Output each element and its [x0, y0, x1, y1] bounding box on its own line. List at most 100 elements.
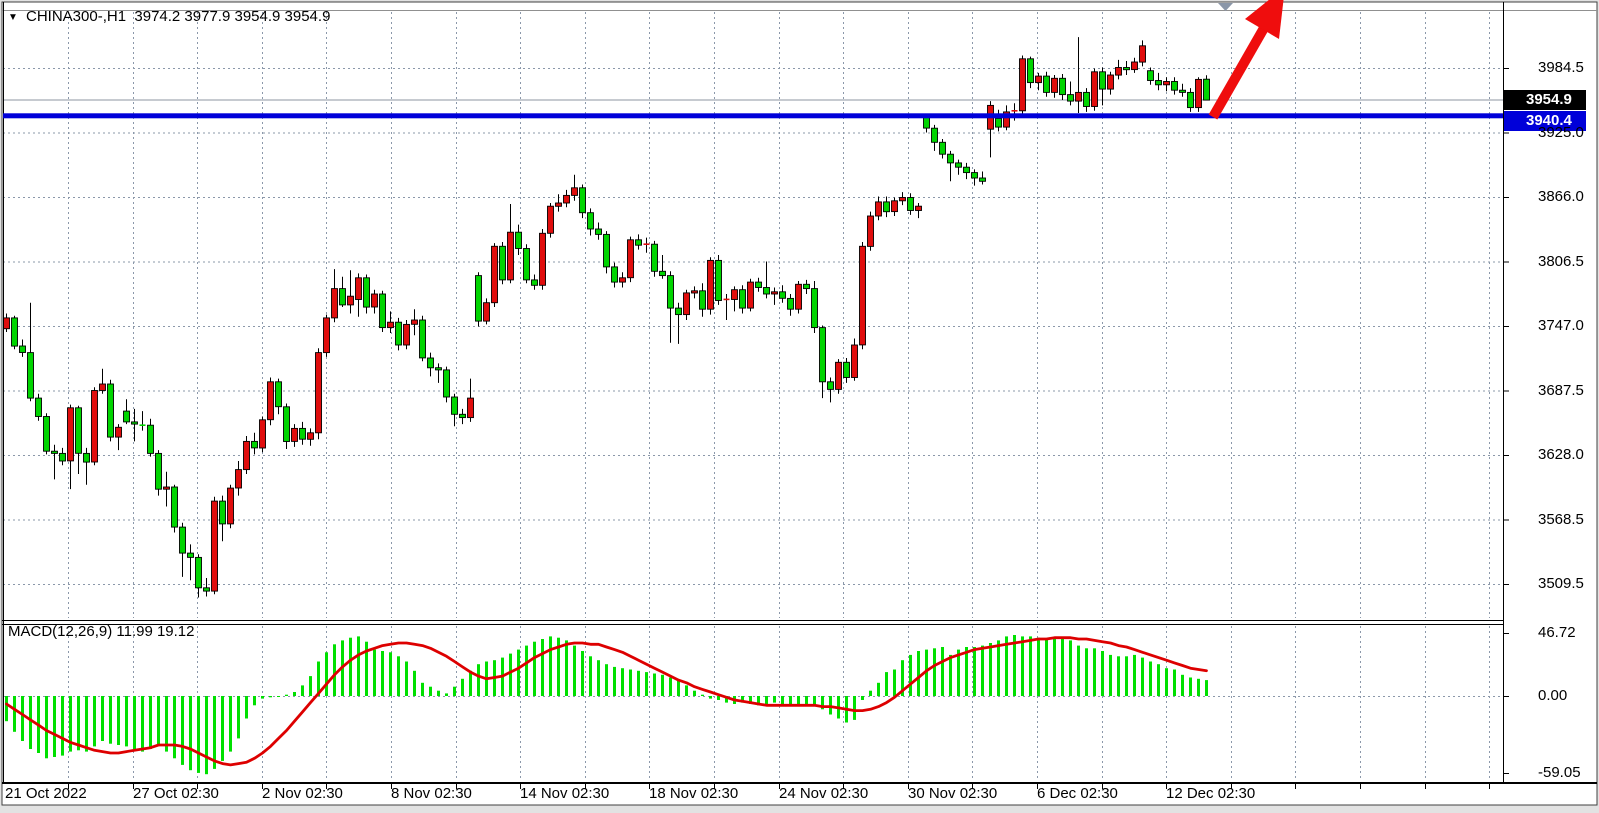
macd-bar	[965, 647, 968, 696]
macd-bar	[533, 642, 536, 696]
horizontal-line-object[interactable]	[3, 113, 1503, 118]
candle-bullish	[684, 293, 690, 315]
macd-bar	[997, 640, 1000, 696]
macd-bar	[117, 696, 120, 745]
macd-bar	[61, 696, 64, 756]
candle-bullish	[92, 391, 98, 463]
macd-bar	[45, 696, 48, 758]
candle-bearish	[132, 422, 138, 424]
macd-bar	[453, 687, 456, 696]
candle-bullish	[324, 318, 330, 353]
candle-bearish	[172, 487, 178, 527]
candle-bearish	[1148, 71, 1154, 81]
candle-bearish	[444, 370, 450, 397]
macd-bar	[877, 683, 880, 696]
macd-bar	[917, 651, 920, 696]
candle-bullish	[212, 501, 218, 591]
candle-bullish	[356, 278, 362, 300]
candle-bullish	[1052, 78, 1058, 92]
candle-bearish	[20, 346, 26, 353]
candle-bullish	[892, 201, 898, 212]
candle-bullish	[860, 246, 866, 345]
candle-bearish	[1068, 95, 1074, 102]
candle-bullish	[268, 382, 274, 420]
candle-bullish	[388, 322, 394, 327]
candle-bearish	[524, 249, 530, 280]
macd-bar	[1069, 640, 1072, 696]
macd-bar	[445, 693, 448, 696]
candle-bullish	[916, 206, 922, 210]
candle-bearish	[612, 267, 618, 282]
candle-bearish	[660, 271, 666, 275]
macd-bar	[909, 655, 912, 696]
time-axis-label: 8 Nov 02:30	[391, 786, 472, 802]
candle-bullish	[68, 408, 74, 461]
macd-bar	[349, 638, 352, 696]
candle-bearish	[812, 289, 818, 328]
time-axis-label: 30 Nov 02:30	[908, 786, 997, 802]
symbol-dropdown-icon[interactable]: ▼	[8, 10, 18, 26]
macd-bar	[381, 651, 384, 696]
macd-bar	[517, 650, 520, 696]
support-line[interactable]	[3, 113, 1503, 118]
price-axis-label: 3628.0	[1538, 447, 1596, 463]
macd-bar	[237, 696, 240, 738]
candle-bullish	[244, 441, 250, 469]
macd-bar	[437, 691, 440, 696]
macd-bar	[1165, 668, 1168, 696]
macd-bar	[405, 662, 408, 697]
macd-bar	[525, 646, 528, 696]
candle-bullish	[1140, 46, 1146, 62]
macd-bar	[597, 660, 600, 696]
candle-bullish	[1036, 76, 1042, 83]
candle-bearish	[700, 291, 706, 309]
candle-bullish	[1196, 79, 1202, 107]
candle-bullish	[900, 198, 906, 201]
macd-bar	[5, 696, 8, 721]
candle-bearish	[596, 229, 602, 234]
candle-bearish	[452, 397, 458, 414]
candle-bullish	[852, 345, 858, 378]
macd-bar	[101, 696, 104, 741]
macd-bar	[1037, 638, 1040, 696]
macd-bar	[469, 671, 472, 696]
candle-bearish	[532, 280, 538, 285]
candle-bearish	[204, 588, 210, 591]
macd-bar	[941, 647, 944, 696]
candle-bearish	[396, 322, 402, 345]
candle-bearish	[1044, 76, 1050, 92]
macd-bar	[869, 691, 872, 696]
macd-bar	[141, 696, 144, 752]
candle-bearish	[420, 320, 426, 358]
macd-bar	[765, 696, 768, 704]
macd-bar	[125, 696, 128, 746]
macd-bar	[621, 668, 624, 696]
candle-bullish	[508, 232, 514, 280]
candle-bearish	[1028, 59, 1034, 83]
candle-bearish	[980, 178, 986, 181]
candle-bearish	[460, 414, 466, 417]
candle-bullish	[1092, 72, 1098, 107]
price-axis-label: 3806.5	[1538, 254, 1596, 270]
macd-bar	[157, 696, 160, 745]
candle-bullish	[876, 202, 882, 216]
candle-bullish	[4, 318, 10, 329]
candle-bullish	[1164, 82, 1170, 85]
candle-bullish	[1132, 62, 1138, 70]
candle-bearish	[188, 553, 194, 557]
macd-bar	[189, 696, 192, 770]
candle-bearish	[948, 154, 954, 163]
macd-bar	[541, 639, 544, 696]
candle-bullish	[260, 420, 266, 448]
macd-bar	[277, 696, 280, 697]
candle-bearish	[300, 428, 306, 439]
candle-bearish	[196, 557, 202, 587]
macd-bar	[645, 672, 648, 696]
candle-bearish	[76, 408, 82, 454]
candle-bearish	[180, 527, 186, 553]
candle-bearish	[380, 294, 386, 328]
macd-bar	[93, 696, 96, 746]
candle-bullish	[292, 428, 298, 441]
macd-bar	[133, 696, 136, 749]
macd-bar	[269, 696, 272, 697]
